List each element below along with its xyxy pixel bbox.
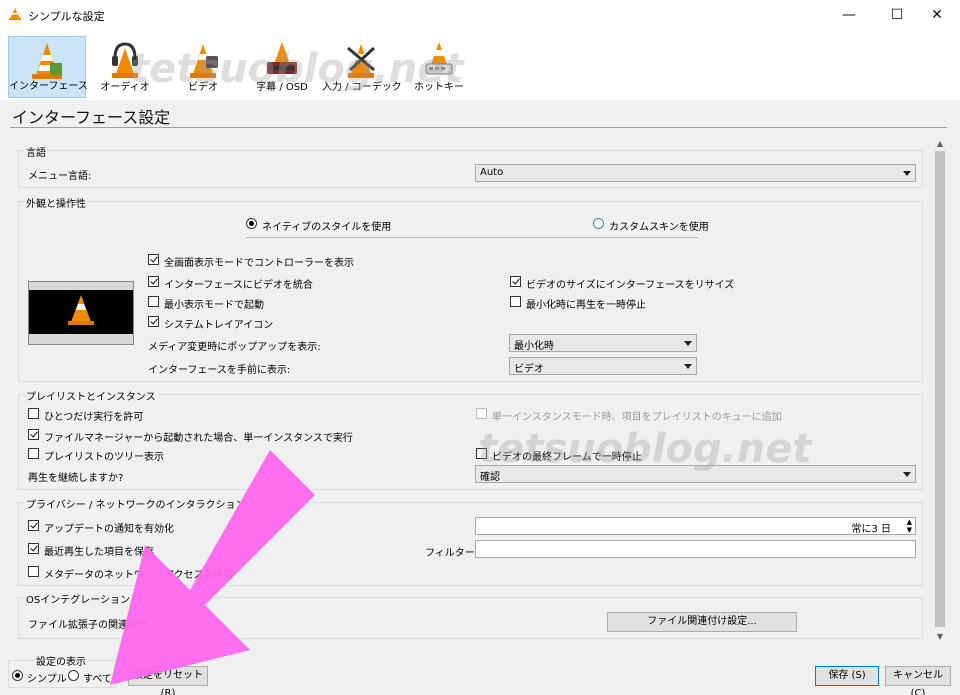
page-title: インターフェース設定	[12, 108, 171, 127]
vlc-cone-icon	[9, 8, 21, 20]
enqueue-label: 単一インスタンスモード時、項目をプレイリストのキューに追加	[492, 412, 782, 423]
systray-label: システムトレイアイコン	[164, 320, 274, 331]
filter-label: フィルター:	[425, 548, 479, 559]
all-radio[interactable]	[68, 670, 79, 681]
fullscreen-controller-label: 全画面表示モードでコントローラーを表示	[164, 258, 354, 269]
preview-controls	[29, 334, 133, 344]
maximize-icon: ☐	[890, 7, 904, 23]
pause-minimized-label: 最小化時に再生を一時停止	[526, 300, 646, 311]
select-value: ビデオ	[514, 364, 544, 375]
update-interval-spinbox[interactable]: 常に3 日 ▲ ▼	[475, 517, 916, 535]
one-instance-checkbox[interactable]	[28, 408, 39, 419]
title-bar: シンプルな設定 — ☐ ✕	[0, 0, 960, 30]
pointer-arrow-icon	[110, 450, 315, 685]
select-value: 最小化時	[514, 341, 554, 352]
playlist-tree-checkbox[interactable]	[28, 448, 39, 459]
category-label: インターフェース	[9, 81, 88, 92]
popup-select[interactable]: 最小化時	[509, 334, 697, 352]
metadata-access-checkbox[interactable]	[28, 566, 39, 577]
resize-interface-checkbox[interactable]	[510, 276, 521, 287]
embed-video-label: インターフェースにビデオを統合	[164, 280, 313, 291]
preview-cone-icon	[68, 295, 94, 325]
close-icon: ✕	[931, 7, 943, 23]
chevron-down-icon	[684, 364, 692, 369]
select-value: 確認	[480, 472, 500, 483]
select-value: Auto	[480, 167, 504, 178]
preview-titlebar	[29, 282, 133, 290]
custom-skin-label: カスタムスキンを使用	[609, 222, 709, 233]
systray-checkbox[interactable]	[148, 316, 159, 327]
scroll-up-icon[interactable]: ▲	[933, 137, 947, 151]
save-button[interactable]: 保存 (S)	[815, 666, 879, 686]
vertical-scrollbar[interactable]: ▲ ▼	[933, 137, 947, 644]
scroll-thumb[interactable]	[935, 151, 945, 627]
minimize-button[interactable]: —	[826, 0, 872, 30]
category-interface[interactable]: インターフェース	[8, 36, 88, 98]
file-manager-label: ファイルマネージャーから起動された場合、単一インスタンスで実行	[44, 433, 353, 444]
native-style-label: ネイティブのスタイルを使用	[262, 222, 392, 233]
pause-minimized-checkbox[interactable]	[510, 296, 521, 307]
window-title: シンプルな設定	[28, 10, 105, 23]
title-divider	[10, 127, 947, 128]
simple-label: シンプル	[27, 674, 67, 685]
scroll-down-icon[interactable]: ▼	[933, 630, 947, 644]
embed-video-checkbox[interactable]	[148, 276, 159, 287]
file-association-button[interactable]: ファイル関連付け設定...	[607, 612, 797, 632]
update-check-checkbox[interactable]	[28, 520, 39, 531]
interface-cone-icon	[32, 43, 62, 79]
spin-arrows-icon[interactable]: ▲ ▼	[907, 518, 912, 534]
interface-preview-image	[28, 281, 134, 345]
minimize-icon: —	[842, 7, 856, 23]
chevron-down-icon	[684, 341, 692, 346]
watermark: tetsuoblog.net	[478, 426, 812, 472]
custom-skin-radio[interactable]	[593, 218, 604, 229]
enqueue-checkbox	[476, 408, 487, 419]
close-button[interactable]: ✕	[914, 0, 960, 30]
spinbox-value: 常に3 日	[851, 524, 891, 535]
menu-language-label: メニュー言語:	[28, 171, 92, 182]
recent-items-checkbox[interactable]	[28, 543, 39, 554]
chevron-down-icon	[903, 171, 911, 176]
watermark: tetsuoblog.net	[130, 46, 464, 92]
popup-label: メディア変更時にポップアップを表示:	[148, 342, 321, 353]
group-title: 言語	[24, 144, 48, 159]
on-top-select[interactable]: ビデオ	[509, 357, 697, 375]
file-manager-checkbox[interactable]	[28, 429, 39, 440]
style-divider	[246, 237, 698, 238]
chevron-down-icon	[903, 472, 911, 477]
group-title: 外観と操作性	[24, 195, 88, 210]
fullscreen-controller-checkbox[interactable]	[148, 254, 159, 265]
simple-radio[interactable]	[12, 670, 23, 681]
cancel-button[interactable]: キャンセル (C)	[885, 666, 951, 695]
group-title: プレイリストとインスタンス	[24, 388, 158, 403]
one-instance-label: ひとつだけ実行を許可	[44, 412, 144, 423]
native-style-radio[interactable]	[246, 218, 257, 229]
appearance-group	[18, 201, 923, 382]
minimal-mode-label: 最小表示モードで起動	[164, 300, 264, 311]
on-top-label: インターフェースを手前に表示:	[148, 365, 291, 376]
all-label: すべて	[83, 674, 112, 685]
resize-interface-label: ビデオのサイズにインターフェースをリサイズ	[526, 280, 735, 291]
minimal-mode-checkbox[interactable]	[148, 296, 159, 307]
menu-language-select[interactable]: Auto	[475, 164, 916, 182]
filter-input[interactable]	[475, 540, 916, 558]
group-title: 設定の表示	[34, 653, 88, 668]
